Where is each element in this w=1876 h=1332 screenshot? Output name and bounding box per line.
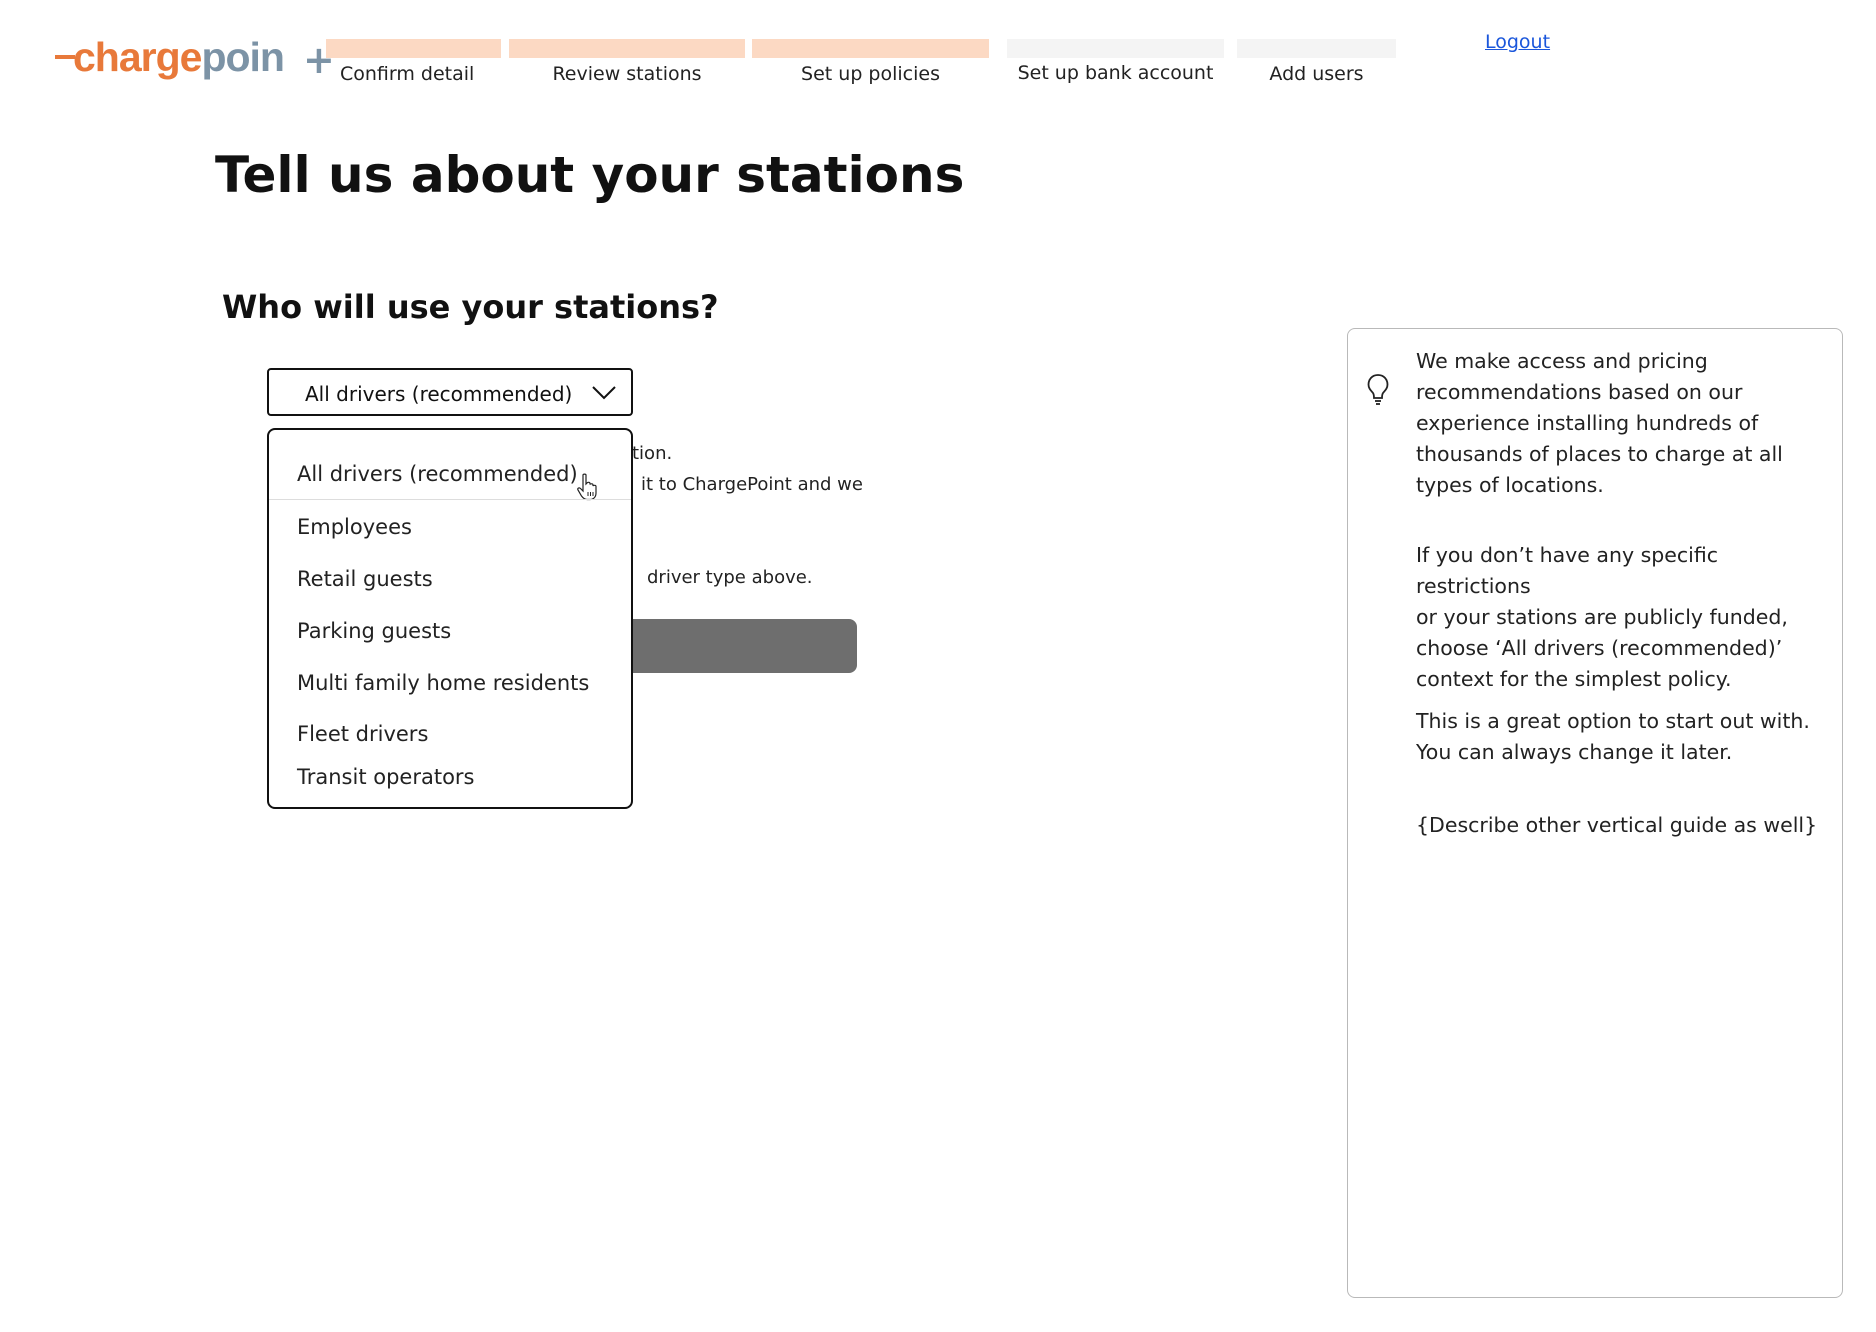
driver-type-select[interactable]: All drivers (recommended) [267,368,633,416]
step-progress-bar [752,39,989,58]
option-employees[interactable]: Employees [297,515,412,539]
step-label: Add users [1269,63,1364,85]
option-parking-guests[interactable]: Parking guests [297,619,451,643]
tip-paragraph: We make access and pricing recommendatio… [1416,349,1783,497]
step-progress-bar [326,39,501,58]
lightbulb-icon [1367,374,1389,405]
step-label: Set up bank account [1017,62,1214,84]
option-retail-guests[interactable]: Retail guests [297,567,433,591]
option-transit-operators[interactable]: Transit operators [297,765,475,789]
select-value: All drivers (recommended) [305,382,573,406]
step-set-up-bank-account[interactable]: Set up bank account [1007,39,1224,135]
step-confirm-detail[interactable]: Confirm detail [326,39,501,135]
step-progress-bar [509,39,745,58]
option-all-drivers[interactable]: All drivers (recommended) [297,462,578,486]
step-label: Set up policies [801,63,940,85]
step-review-stations[interactable]: Review stations [509,39,745,135]
description-text-line: tion. [632,443,673,464]
step-label: Confirm detail [340,63,475,85]
step-progress-bar [1237,39,1396,58]
description-text-line: driver type above. [647,567,813,588]
step-label: Review stations [552,63,702,85]
continue-button[interactable] [600,619,857,673]
step-add-users[interactable]: Add users [1237,39,1396,135]
option-multi-family-residents[interactable]: Multi family home residents [297,671,589,695]
step-progress-bar [1007,39,1224,58]
option-fleet-drivers[interactable]: Fleet drivers [297,722,428,746]
step-set-up-policies[interactable]: Set up policies [752,39,989,135]
tip-paragraph: This is a great option to start out with… [1416,709,1810,764]
driver-type-dropdown: All drivers (recommended) Employees Reta… [267,428,633,809]
dropdown-divider [269,499,631,500]
tip-paragraph: If you don’t have any specific restricti… [1416,543,1788,691]
page-title: Tell us about your stations [215,146,965,204]
tip-paragraph: {Describe other vertical guide as well} [1416,813,1818,837]
logo-wordmark: chargepoin [73,34,285,80]
tip-panel: We make access and pricing recommendatio… [1347,328,1843,1298]
hand-cursor-icon [577,473,597,501]
section-question: Who will use your stations? [222,288,719,326]
logo-dash [55,55,75,59]
chargepoint-logo[interactable]: chargepoin + [55,32,335,82]
logout-link[interactable]: Logout [1485,31,1550,53]
description-text-line: it to ChargePoint and we [641,474,863,495]
chevron-down-icon [592,386,616,400]
